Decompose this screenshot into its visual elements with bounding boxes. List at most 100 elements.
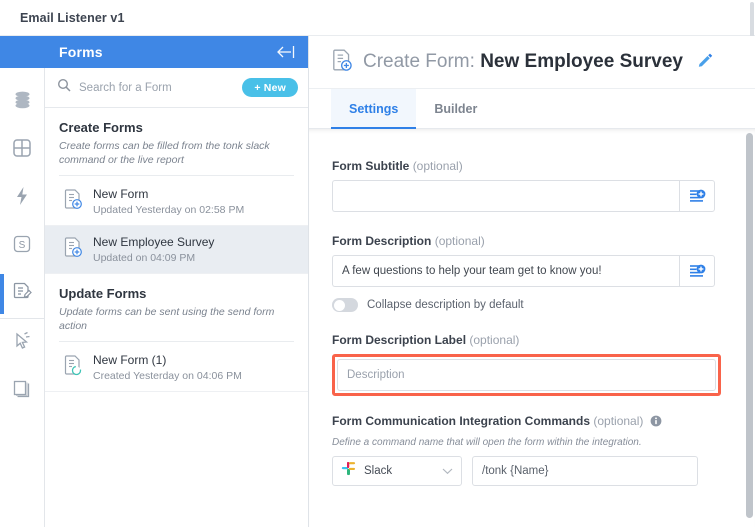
rail-header-strip bbox=[0, 36, 45, 68]
insert-variable-icon[interactable] bbox=[679, 180, 715, 212]
main-pane: Create Form: New Employee Survey Setting… bbox=[309, 36, 755, 527]
field-label-text: Form Communication Integration Commands bbox=[332, 414, 591, 428]
settings-content: Form Subtitle (optional) Form Descriptio… bbox=[309, 129, 755, 527]
list-item-text: New Form (1) Created Yesterday on 04:06 … bbox=[93, 353, 242, 382]
chevron-down-icon bbox=[442, 462, 453, 480]
rail-item-forms[interactable] bbox=[0, 270, 45, 318]
group-subtitle: Create forms can be filled from the tonk… bbox=[59, 139, 294, 176]
cursor-click-icon bbox=[12, 331, 32, 356]
search-icon bbox=[57, 78, 71, 97]
group-title: Create Forms bbox=[59, 120, 143, 135]
app-title: Email Listener v1 bbox=[20, 10, 125, 25]
collapse-left-icon[interactable] bbox=[274, 44, 296, 60]
form-add-icon bbox=[331, 48, 353, 77]
page-title-prefix: Create Form: bbox=[363, 51, 475, 72]
grid-icon bbox=[12, 138, 32, 163]
app-body: S Forms Search for a Form + New Create F… bbox=[0, 2, 755, 527]
info-icon[interactable] bbox=[650, 415, 662, 430]
tab-settings[interactable]: Settings bbox=[331, 89, 417, 129]
rail-item-s[interactable]: S bbox=[0, 222, 45, 270]
forms-panel-title: Forms bbox=[59, 44, 103, 60]
page-title-form-name: New Employee Survey bbox=[480, 51, 683, 72]
rail-item-triggers[interactable] bbox=[0, 319, 45, 367]
database-icon bbox=[13, 90, 32, 115]
list-item-meta: Created Yesterday on 04:06 PM bbox=[93, 370, 242, 382]
rail-item-pages[interactable] bbox=[0, 367, 45, 415]
svg-text:S: S bbox=[19, 240, 26, 251]
group-create-forms: Create Forms Create forms can be filled … bbox=[45, 108, 308, 178]
field-label-text: Form Description bbox=[332, 234, 432, 248]
group-title: Update Forms bbox=[59, 286, 147, 301]
form-edit-icon bbox=[12, 281, 32, 307]
integration-command-row: Slack bbox=[332, 456, 727, 486]
field-optional-tag: (optional) bbox=[469, 333, 520, 347]
rail-item-tables[interactable] bbox=[0, 126, 45, 174]
list-item-text: New Employee Survey Updated on 04:09 PM bbox=[93, 235, 214, 264]
list-item[interactable]: New Employee Survey Updated on 04:09 PM bbox=[45, 226, 308, 274]
collapse-description-label: Collapse description by default bbox=[367, 299, 524, 311]
app-window: Email Listener v1 S Forms Search for a F… bbox=[0, 0, 755, 527]
form-description-label-input[interactable] bbox=[337, 359, 716, 391]
slack-icon bbox=[341, 461, 356, 481]
insert-variable-icon[interactable] bbox=[679, 255, 715, 287]
s-badge-icon: S bbox=[12, 234, 32, 259]
field-optional-tag: (optional) bbox=[593, 414, 644, 428]
rail-item-actions[interactable] bbox=[0, 174, 45, 222]
group-update-forms: Update Forms Update forms can be sent us… bbox=[45, 274, 308, 344]
subtitle-input-wrap bbox=[332, 180, 715, 212]
integration-hint: Define a command name that will open the… bbox=[332, 437, 642, 448]
field-label: Form Description Label (optional) bbox=[332, 333, 727, 347]
tab-builder[interactable]: Builder bbox=[416, 89, 495, 128]
list-item[interactable]: New Form (1) Created Yesterday on 04:06 … bbox=[45, 344, 308, 392]
icon-rail: S bbox=[0, 36, 45, 527]
form-description-input[interactable] bbox=[332, 255, 679, 287]
rail-item-list: S bbox=[0, 68, 45, 415]
collapse-description-row: Collapse description by default bbox=[332, 298, 727, 312]
field-label: Form Description (optional) bbox=[332, 234, 727, 248]
list-item[interactable]: New Form Updated Yesterday on 02:58 PM bbox=[45, 178, 308, 226]
collapse-description-toggle[interactable] bbox=[332, 298, 358, 312]
field-optional-tag: (optional) bbox=[434, 234, 485, 248]
integration-select[interactable]: Slack bbox=[332, 456, 462, 486]
list-item-meta: Updated on 04:09 PM bbox=[93, 252, 196, 264]
field-integration-commands: Form Communication Integration Commands … bbox=[332, 414, 727, 486]
app-titlebar: Email Listener v1 bbox=[0, 0, 755, 36]
forms-panel-header: Forms bbox=[45, 36, 308, 68]
rail-item-database[interactable] bbox=[0, 78, 45, 126]
layers-icon bbox=[12, 379, 32, 404]
main-scrollbar[interactable] bbox=[746, 133, 753, 518]
field-optional-tag: (optional) bbox=[412, 159, 463, 173]
forms-list-scroll[interactable]: Create Forms Create forms can be filled … bbox=[45, 2, 754, 527]
form-add-icon bbox=[63, 188, 83, 215]
highlight-outline bbox=[332, 354, 721, 396]
new-form-button[interactable]: + New bbox=[242, 78, 298, 97]
pencil-icon[interactable] bbox=[697, 52, 713, 73]
description-input-wrap bbox=[332, 255, 715, 287]
settings-tabs: Settings Builder bbox=[309, 89, 755, 129]
field-form-subtitle: Form Subtitle (optional) bbox=[332, 159, 727, 212]
search-input[interactable] bbox=[79, 81, 235, 94]
list-item-text: New Form Updated Yesterday on 02:58 PM bbox=[93, 187, 244, 216]
field-label-text: Form Subtitle bbox=[332, 159, 410, 173]
group-subtitle: Update forms can be sent using the send … bbox=[59, 305, 294, 342]
list-item-name: New Form (1) bbox=[93, 353, 167, 367]
form-header: Create Form: New Employee Survey bbox=[309, 36, 755, 89]
form-sync-icon bbox=[63, 354, 83, 381]
forms-search-row: + New bbox=[45, 68, 308, 108]
field-form-description-label: Form Description Label (optional) bbox=[332, 333, 727, 396]
forms-panel: Forms + New bbox=[45, 2, 754, 527]
list-item-meta: Updated Yesterday on 02:58 PM bbox=[93, 204, 245, 216]
bolt-icon bbox=[14, 186, 30, 211]
list-item-name: New Employee Survey bbox=[93, 235, 215, 249]
field-label: Form Communication Integration Commands … bbox=[332, 414, 727, 430]
page-title: Create Form: New Employee Survey bbox=[363, 51, 683, 73]
integration-command-input[interactable] bbox=[472, 456, 698, 486]
field-label: Form Subtitle (optional) bbox=[332, 159, 727, 173]
form-add-icon bbox=[63, 236, 83, 263]
field-form-description: Form Description (optional) A few questi… bbox=[332, 234, 727, 312]
form-subtitle-input[interactable] bbox=[332, 180, 679, 212]
integration-select-value: Slack bbox=[364, 465, 393, 477]
toggle-knob bbox=[334, 299, 345, 311]
list-item-name: New Form bbox=[93, 187, 149, 201]
field-label-text: Form Description Label bbox=[332, 333, 467, 347]
